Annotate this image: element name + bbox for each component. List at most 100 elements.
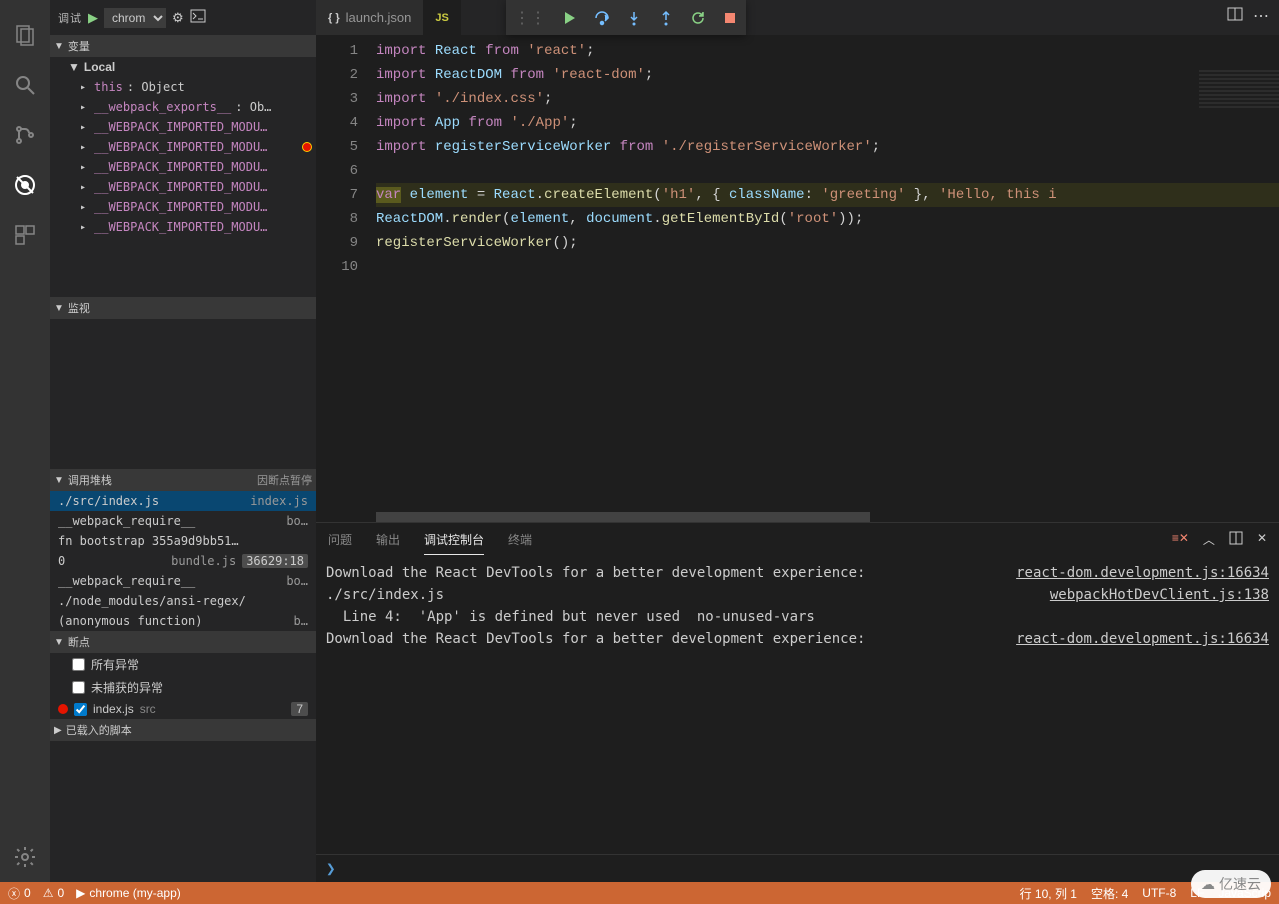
- breakpoint-item[interactable]: 未捕获的异常: [50, 676, 316, 699]
- breakpoint-item[interactable]: index.jssrc7: [50, 699, 316, 719]
- code-editor[interactable]: 12345678910 import React from 'react'; i…: [316, 35, 1279, 522]
- chevron-down-icon: ▼: [54, 637, 64, 648]
- callstack-item[interactable]: 0bundle.js36629:18: [50, 551, 316, 571]
- grip-icon[interactable]: ⋮⋮: [514, 8, 546, 28]
- step-over-button[interactable]: [594, 10, 610, 26]
- console-line: Download the React DevTools for a better…: [326, 562, 1269, 584]
- watch-section-header[interactable]: ▼监视: [50, 297, 316, 319]
- js-file-icon: JS: [435, 12, 448, 24]
- editor-tabs: { }launch.json JS: [316, 0, 1279, 35]
- callstack-item[interactable]: __webpack_require__bo…: [50, 571, 316, 591]
- repl-input[interactable]: ❯: [316, 854, 1279, 882]
- chevron-down-icon: ▼: [68, 60, 80, 74]
- tab-debug-console[interactable]: 调试控制台: [424, 525, 484, 555]
- watermark-badge: ☁ 亿速云: [1191, 870, 1271, 898]
- tab-launch-json[interactable]: { }launch.json: [316, 0, 423, 35]
- console-source-link[interactable]: webpackHotDevClient.js:138: [1050, 584, 1269, 628]
- variable-scope[interactable]: ▼Local: [50, 57, 316, 77]
- status-cursor[interactable]: 行 10, 列 1: [1020, 885, 1077, 902]
- status-debug-target[interactable]: ▶ chrome (my-app): [76, 886, 181, 900]
- json-file-icon: { }: [328, 12, 340, 24]
- step-out-button[interactable]: [658, 10, 674, 26]
- horizontal-scrollbar[interactable]: [376, 512, 1199, 522]
- callstack-item[interactable]: ./src/index.jsindex.js: [50, 491, 316, 511]
- callstack-item[interactable]: __webpack_require__bo…: [50, 511, 316, 531]
- console-source-link[interactable]: react-dom.development.js:16634: [1016, 562, 1269, 584]
- callstack-item[interactable]: (anonymous function)b…: [50, 611, 316, 631]
- debug-icon[interactable]: [0, 160, 50, 210]
- console-icon[interactable]: [190, 8, 206, 27]
- breakpoints-section-header[interactable]: ▼断点: [50, 631, 316, 653]
- callstack-item[interactable]: fn bootstrap 355a9d9bb51…: [50, 531, 316, 551]
- tab-output[interactable]: 输出: [376, 525, 400, 554]
- chevron-down-icon: ▼: [54, 475, 64, 486]
- chevron-right-icon: ▸: [80, 142, 90, 153]
- sidebar-title: 调试: [58, 10, 82, 26]
- editor-actions: ⋯: [1227, 6, 1269, 27]
- status-warnings[interactable]: ⚠ 0: [43, 886, 64, 900]
- chevron-right-icon: ▸: [80, 122, 90, 133]
- variable-item[interactable]: ▸__WEBPACK_IMPORTED_MODU…: [50, 197, 316, 217]
- chevron-down-icon: ▼: [54, 41, 64, 52]
- more-icon[interactable]: ⋯: [1253, 6, 1269, 27]
- chevron-right-icon: ▶: [54, 725, 62, 736]
- variable-item[interactable]: ▸__WEBPACK_IMPORTED_MODU…: [50, 157, 316, 177]
- status-encoding[interactable]: UTF-8: [1142, 885, 1176, 902]
- debug-config-select[interactable]: chrom: [104, 8, 166, 28]
- close-panel-icon[interactable]: ✕: [1257, 531, 1267, 548]
- stop-button[interactable]: [722, 10, 738, 26]
- restart-button[interactable]: [690, 10, 706, 26]
- maximize-panel-icon[interactable]: [1229, 531, 1243, 548]
- status-indent[interactable]: 空格: 4: [1091, 885, 1128, 902]
- split-editor-icon[interactable]: [1227, 6, 1243, 27]
- variables-body: ▼Local ▸this: Object▸__webpack_exports__…: [50, 57, 316, 297]
- console-source-link[interactable]: react-dom.development.js:16634: [1016, 628, 1269, 650]
- activity-bar: [0, 0, 50, 882]
- status-bar: ⓧ 0 ⚠ 0 ▶ chrome (my-app) 行 10, 列 1 空格: …: [0, 882, 1279, 904]
- collapse-icon[interactable]: ︿: [1203, 531, 1215, 548]
- variable-item[interactable]: ▸__WEBPACK_IMPORTED_MODU…: [50, 177, 316, 197]
- extensions-icon[interactable]: [0, 210, 50, 260]
- search-icon[interactable]: [0, 60, 50, 110]
- chevron-down-icon: ▼: [54, 303, 64, 314]
- bottom-panel: 问题 输出 调试控制台 终端 ≡✕ ︿ ✕ Download the React…: [316, 522, 1279, 882]
- gear-icon[interactable]: ⚙: [172, 10, 184, 26]
- line-gutter: 12345678910: [316, 35, 376, 522]
- continue-button[interactable]: [562, 10, 578, 26]
- debug-console-body[interactable]: Download the React DevTools for a better…: [316, 556, 1279, 854]
- breakpoint-checkbox[interactable]: [74, 703, 87, 716]
- callstack-section-header[interactable]: ▼调用堆栈因断点暂停: [50, 469, 316, 491]
- start-debug-icon[interactable]: ▶: [88, 10, 98, 26]
- breakpoint-item[interactable]: 所有异常: [50, 653, 316, 676]
- explorer-icon[interactable]: [0, 10, 50, 60]
- callstack-item[interactable]: ./node_modules/ansi-regex/: [50, 591, 316, 611]
- loaded-scripts-header[interactable]: ▶已载入的脚本: [50, 719, 316, 741]
- breakpoint-dot-icon: [302, 142, 312, 152]
- chevron-right-icon: ▸: [80, 202, 90, 213]
- settings-gear-icon[interactable]: [0, 832, 50, 882]
- status-errors[interactable]: ⓧ 0: [8, 885, 31, 902]
- variable-item[interactable]: ▸__WEBPACK_IMPORTED_MODU…: [50, 137, 316, 157]
- code-content[interactable]: import React from 'react'; import ReactD…: [376, 35, 1279, 522]
- step-into-button[interactable]: [626, 10, 642, 26]
- sidebar-header: 调试 ▶ chrom ⚙: [50, 0, 316, 35]
- variable-item[interactable]: ▸__WEBPACK_IMPORTED_MODU…: [50, 217, 316, 237]
- panel-tabs: 问题 输出 调试控制台 终端 ≡✕ ︿ ✕: [316, 523, 1279, 556]
- chevron-right-icon: ▸: [80, 222, 90, 233]
- minimap[interactable]: [1199, 70, 1279, 110]
- clear-console-icon[interactable]: ≡✕: [1172, 531, 1189, 548]
- callstack-body: ./src/index.jsindex.js__webpack_require_…: [50, 491, 316, 631]
- tab-index-js[interactable]: JS: [423, 0, 460, 35]
- tab-terminal[interactable]: 终端: [508, 525, 532, 554]
- breakpoint-checkbox[interactable]: [72, 658, 85, 671]
- variable-item[interactable]: ▸this: Object: [50, 77, 316, 97]
- debug-sidebar: 调试 ▶ chrom ⚙ ▼变量 ▼Local ▸this: Object▸__…: [50, 0, 316, 882]
- variable-item[interactable]: ▸__WEBPACK_IMPORTED_MODU…: [50, 117, 316, 137]
- scm-icon[interactable]: [0, 110, 50, 160]
- console-line: ./src/index.js Line 4: 'App' is defined …: [326, 584, 1269, 628]
- tab-problems[interactable]: 问题: [328, 525, 352, 554]
- variable-item[interactable]: ▸__webpack_exports__: Ob…: [50, 97, 316, 117]
- variables-section-header[interactable]: ▼变量: [50, 35, 316, 57]
- console-line: Download the React DevTools for a better…: [326, 628, 1269, 650]
- breakpoint-checkbox[interactable]: [72, 681, 85, 694]
